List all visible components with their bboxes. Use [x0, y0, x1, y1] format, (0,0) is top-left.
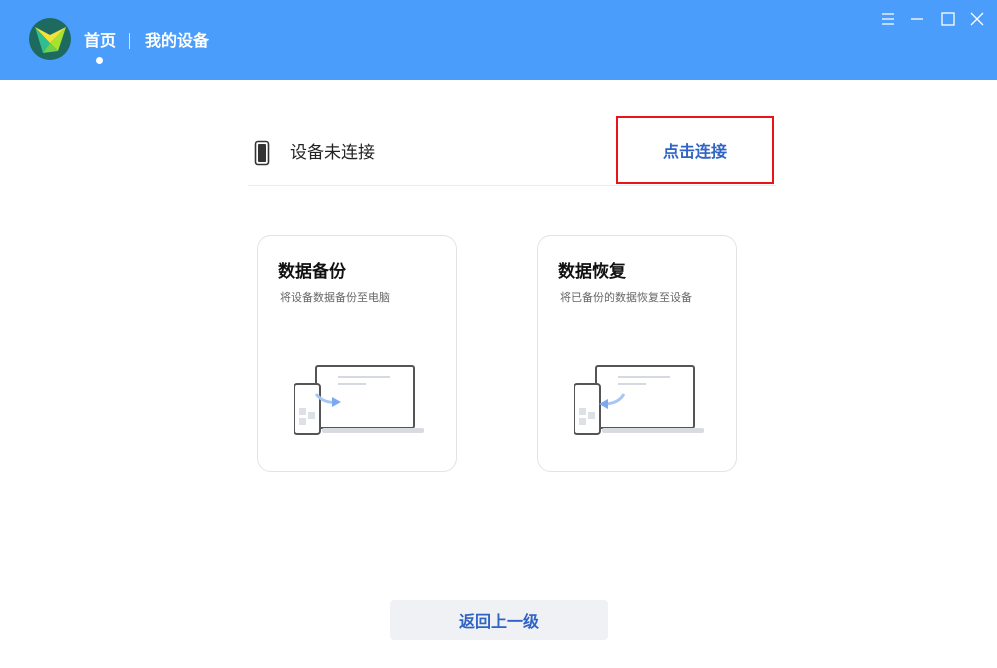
- connect-button[interactable]: 点击连接: [616, 116, 774, 184]
- minimize-icon[interactable]: [906, 8, 928, 30]
- phone-icon: [254, 140, 270, 170]
- app-logo-icon: [28, 17, 72, 61]
- menu-icon[interactable]: [877, 8, 899, 30]
- close-icon[interactable]: [966, 8, 988, 30]
- nav-active-indicator: [96, 57, 103, 64]
- card-description: 将设备数据备份至电脑: [280, 291, 390, 304]
- card-title: 数据恢复: [558, 262, 626, 282]
- back-button[interactable]: 返回上一级: [390, 600, 608, 640]
- title-bar: 首页 我的设备: [0, 0, 997, 80]
- nav-divider: [129, 33, 130, 49]
- card-description: 将已备份的数据恢复至设备: [560, 291, 692, 304]
- backup-illustration-icon: [293, 364, 426, 440]
- nav-my-devices[interactable]: 我的设备: [145, 30, 209, 52]
- maximize-icon[interactable]: [937, 8, 959, 30]
- backup-card[interactable]: 数据备份 将设备数据备份至电脑: [257, 235, 457, 472]
- restore-illustration-icon: [573, 364, 706, 440]
- card-title: 数据备份: [278, 262, 346, 282]
- restore-card[interactable]: 数据恢复 将已备份的数据恢复至设备: [537, 235, 737, 472]
- nav-home[interactable]: 首页: [84, 30, 116, 52]
- connection-status-text: 设备未连接: [290, 143, 375, 163]
